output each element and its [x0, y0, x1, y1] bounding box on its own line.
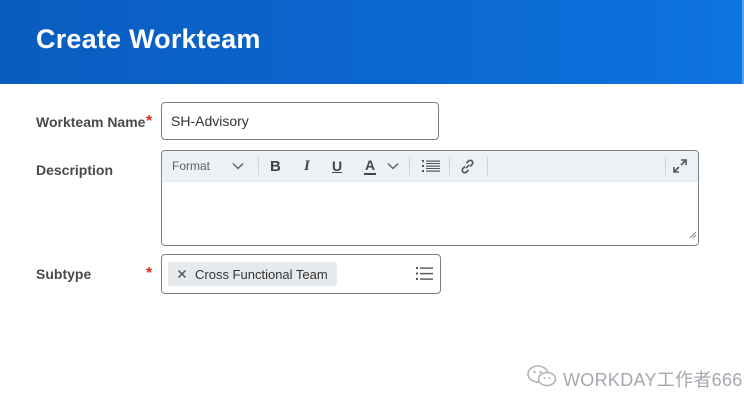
selected-subtype-pill: Cross Functional Team	[168, 262, 337, 286]
selected-subtype-text: Cross Functional Team	[195, 266, 328, 282]
toolbar-separator	[449, 157, 450, 175]
page-header: Create Workteam	[0, 0, 744, 84]
wechat-logo-icon	[527, 364, 557, 393]
workteam-name-input[interactable]	[161, 102, 439, 140]
description-label: Description	[36, 162, 114, 178]
expand-icon[interactable]	[673, 151, 687, 181]
toolbar-separator	[665, 157, 666, 175]
resize-grip-icon[interactable]	[687, 226, 697, 244]
bullet-list-icon[interactable]	[422, 151, 440, 181]
rich-text-toolbar: Format B I U A	[162, 151, 698, 182]
font-color-letter: A	[364, 156, 376, 173]
description-textarea[interactable]	[162, 182, 698, 245]
chevron-down-icon[interactable]	[387, 151, 399, 181]
workteam-name-label: Workteam Name	[36, 114, 146, 130]
toolbar-separator	[487, 157, 488, 175]
font-color-underline-bar	[364, 172, 376, 175]
font-color-button[interactable]: A	[363, 151, 377, 181]
toolbar-separator	[258, 157, 259, 175]
subtype-label: Subtype	[36, 266, 92, 282]
italic-button[interactable]: I	[304, 151, 310, 181]
watermark: WORKDAY工作者666	[527, 364, 743, 393]
description-rich-text-editor: Format B I U A	[161, 150, 699, 246]
underline-button[interactable]: U	[332, 151, 342, 181]
page-title: Create Workteam	[36, 24, 261, 54]
subtype-prompt-field[interactable]: Cross Functional Team	[161, 254, 441, 294]
prompt-list-icon[interactable]	[416, 266, 433, 286]
watermark-text: WORKDAY工作者666	[563, 369, 743, 390]
toolbar-separator	[409, 157, 410, 175]
chevron-down-icon[interactable]	[232, 151, 244, 181]
format-dropdown[interactable]: Format	[172, 151, 210, 181]
workteam-name-required-mark: *	[146, 113, 153, 130]
bold-button[interactable]: B	[270, 151, 281, 181]
subtype-required-mark: *	[146, 265, 153, 282]
remove-x-icon[interactable]	[171, 269, 193, 279]
link-icon[interactable]	[460, 151, 475, 181]
